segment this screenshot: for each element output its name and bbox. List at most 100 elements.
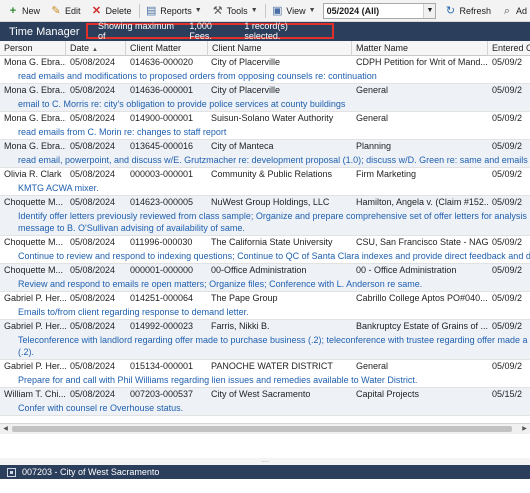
cell-client-matter: 014900-000001: [130, 113, 194, 123]
tools-icon: ⚒: [212, 4, 223, 17]
table-row[interactable]: Mona G. Ebra... 05/08/2024 013645-000016 Ci…: [0, 140, 530, 168]
period-select[interactable]: 05/2024 (All) ▼: [322, 2, 437, 19]
toolbar-separator: [138, 3, 140, 18]
table-row[interactable]: Olivia R. Clark 05/08/2024 000003-000001 Co…: [0, 168, 530, 196]
cell-date: 05/08/2024: [70, 57, 116, 67]
cell-client-name: City of West Sacramento: [211, 389, 311, 399]
cell-client-matter: 000003-000001: [130, 169, 194, 179]
narrative-text: Emails to/from client regarding response…: [18, 307, 249, 317]
cell-client-matter: 015134-000001: [130, 361, 194, 371]
table-row[interactable]: Gabriel P. Her... 05/08/2024 014251-000064…: [0, 292, 530, 320]
view-label: View: [286, 5, 306, 16]
record-status-box: Showing maximum of 1,000 Fees. 1 record(…: [86, 21, 334, 41]
cell-entered: 05/09/2: [492, 197, 523, 207]
column-header-client-name[interactable]: Client Name: [208, 41, 352, 56]
column-header-label: Client Matter: [130, 43, 182, 53]
cell-matter-name: General: [356, 361, 389, 371]
cell-person: Olivia R. Clark: [4, 169, 62, 179]
table-row[interactable]: Mona G. Ebra... 05/08/2024 014636-000001 Ci…: [0, 84, 530, 112]
cell-client-matter: 011996-000030: [130, 237, 193, 247]
add-button[interactable]: ⌕ Ad: [498, 2, 530, 20]
delete-label: Delete: [105, 5, 132, 16]
chevron-down-icon: ▼: [194, 7, 202, 14]
narrative-text: read emails and modifications to propose…: [18, 71, 377, 81]
cell-date: 05/08/2024: [70, 169, 116, 179]
cell-entered: 05/09/2: [492, 265, 523, 275]
refresh-label: Refresh: [459, 5, 491, 16]
column-header-label: Entered O: [492, 43, 530, 53]
column-header-matter-name[interactable]: Matter Name: [352, 41, 488, 56]
cell-entered: 05/09/2: [492, 85, 523, 95]
cell-client-matter: 014992-000023: [130, 321, 194, 331]
cell-date: 05/08/2024: [70, 197, 116, 207]
cell-entered: 05/09/2: [492, 321, 523, 331]
chevron-down-icon[interactable]: ▼: [423, 3, 436, 18]
cell-client-name: City of Placerville: [211, 85, 281, 95]
table-row[interactable]: Choquette M... 05/08/2024 014623-000005 NuW…: [0, 196, 530, 236]
narrative-text: email to C. Morris re: city's obligation…: [18, 99, 346, 109]
cell-date: 05/08/2024: [70, 113, 116, 123]
column-header-client-matter[interactable]: Client Matter: [126, 41, 208, 56]
new-button[interactable]: + New: [4, 2, 43, 20]
table-row[interactable]: Gabriel P. Her... 05/08/2024 014992-000023…: [0, 320, 530, 360]
narrative-text: Teleconference with landlord regarding o…: [18, 335, 528, 345]
column-header-label: Matter Name: [356, 43, 409, 53]
cell-person: William T. Chi...: [4, 389, 66, 399]
cell-person: Choquette M...: [4, 265, 64, 275]
edit-button[interactable]: ✎ Edit: [47, 2, 84, 20]
cell-client-matter: 013645-000016: [130, 141, 194, 151]
cell-entered: 05/09/2: [492, 237, 523, 247]
selected-count: 1 record(s) selected.: [244, 21, 288, 41]
column-header-person[interactable]: Person: [0, 41, 66, 56]
table-row[interactable]: Mona G. Ebra... 05/08/2024 014636-000020 Ci…: [0, 56, 530, 84]
scroll-right-icon[interactable]: ▶: [519, 424, 530, 434]
cell-entered: 05/09/2: [492, 169, 523, 179]
cell-matter-name: CDPH Petition for Writ of Mand...: [356, 57, 488, 67]
panel-splitter-handle[interactable]: ....: [0, 457, 530, 465]
table-row[interactable]: Choquette M... 05/08/2024 000001-000000 00-…: [0, 264, 530, 292]
pencil-icon: ✎: [51, 4, 61, 17]
cell-person: Mona G. Ebra...: [4, 85, 66, 95]
cell-client-name: Farris, Nikki B.: [211, 321, 270, 331]
cell-date: 05/08/2024: [70, 141, 116, 151]
cell-client-name: NuWest Group Holdings, LLC: [211, 197, 330, 207]
cell-date: 05/08/2024: [70, 361, 116, 371]
cell-client-name: 00-Office Administration: [211, 265, 307, 275]
cell-matter-name: Hamilton, Angela v. (Claim #152...: [356, 197, 488, 207]
narrative-text: message to B. O'Sullivan advising of ava…: [18, 223, 245, 233]
table-row[interactable]: Gabriel P. Her... 05/08/2024 015134-000001…: [0, 360, 530, 388]
cell-client-matter: 014636-000020: [130, 57, 194, 67]
cell-matter-name: Capital Projects: [356, 389, 420, 399]
column-header-label: Date: [70, 43, 90, 53]
time-entries-grid: Mona G. Ebra... 05/08/2024 014636-000020 Ci…: [0, 56, 530, 420]
column-header-entered-on[interactable]: Entered O: [488, 41, 530, 56]
cell-client-name: PANOCHE WATER DISTRICT: [211, 361, 333, 371]
table-row[interactable]: Mona G. Ebra... 05/08/2024 014900-000001 Su…: [0, 112, 530, 140]
toolbar-separator: [264, 3, 266, 18]
refresh-button[interactable]: ↻ Refresh: [441, 2, 494, 20]
scroll-left-icon[interactable]: ◀: [0, 424, 11, 434]
table-row[interactable]: Choquette M... 05/08/2024 011996-000030 The…: [0, 236, 530, 264]
view-menu-button[interactable]: ▣ View ▼: [268, 2, 318, 20]
reports-menu-button[interactable]: ▤ Reports ▼: [142, 2, 204, 20]
scrollbar-thumb[interactable]: [12, 426, 512, 432]
cell-client-name: Community & Public Relations: [211, 169, 333, 179]
delete-button[interactable]: ✕ Delete: [88, 2, 135, 20]
column-header-label: Client Name: [212, 43, 262, 53]
tools-menu-button[interactable]: ⚒ Tools ▼: [209, 2, 261, 20]
table-row[interactable]: William T. Chi... 05/08/2024 007203-000537…: [0, 388, 530, 416]
report-icon: ▤: [146, 4, 157, 17]
cell-client-name: The California State University: [211, 237, 333, 247]
cell-date: 05/08/2024: [70, 265, 116, 275]
cell-entered: 05/09/2: [492, 293, 523, 303]
selected-matter-footer: 007203 - City of West Sacramento: [0, 465, 530, 479]
narrative-text: Continue to review and respond to indexi…: [18, 251, 530, 261]
new-label: New: [22, 5, 41, 16]
cell-entered: 05/09/2: [492, 361, 523, 371]
narrative-text: Prepare for and call with Phil Williams …: [18, 375, 418, 385]
cell-client-name: Suisun-Solano Water Authority: [211, 113, 334, 123]
column-header-label: Person: [4, 43, 33, 53]
horizontal-scrollbar[interactable]: ◀ ▶: [0, 423, 530, 434]
cell-person: Gabriel P. Her...: [4, 361, 66, 371]
column-header-date[interactable]: Date ▲: [66, 41, 126, 56]
